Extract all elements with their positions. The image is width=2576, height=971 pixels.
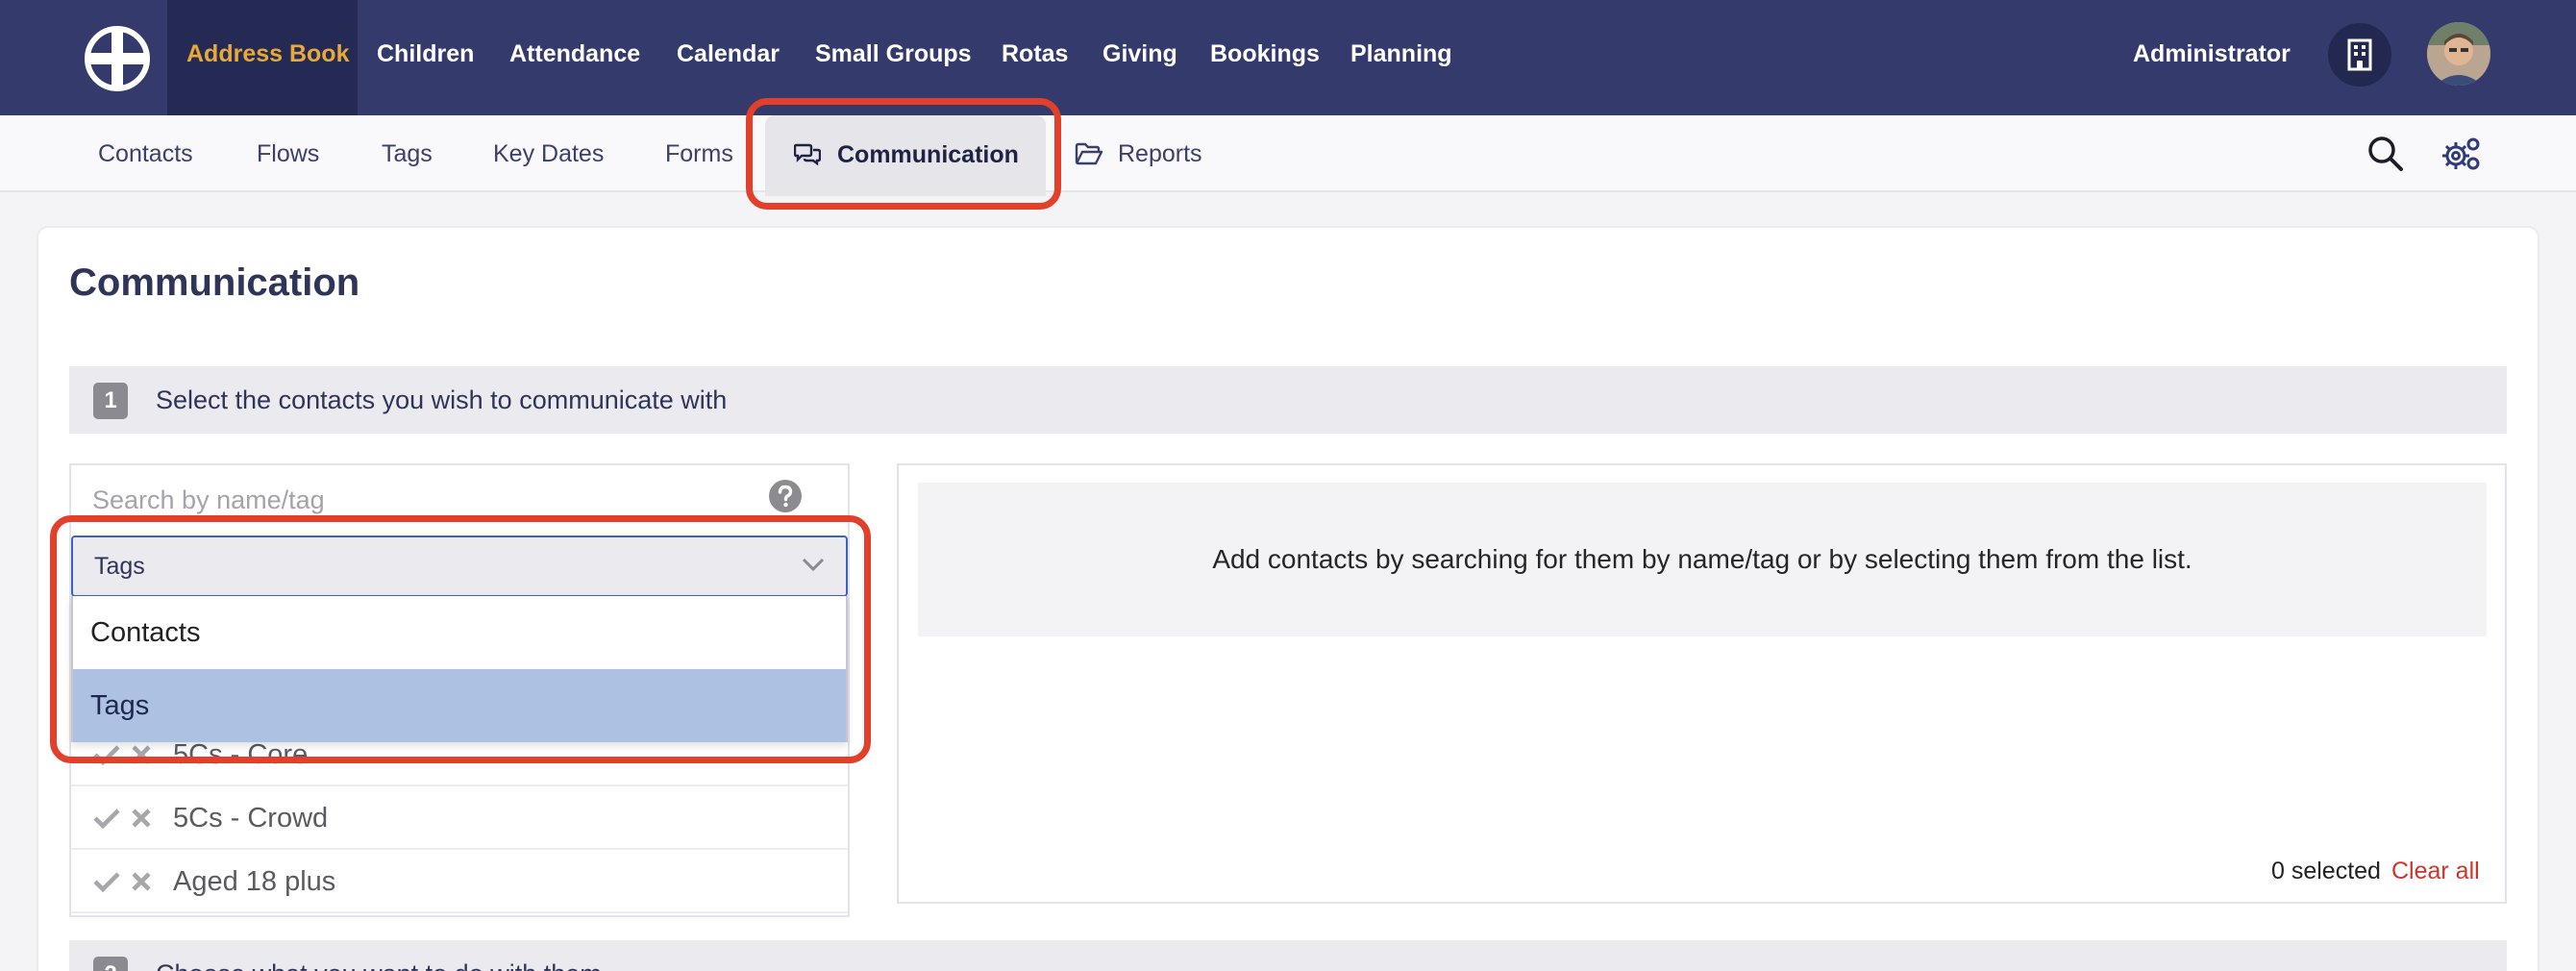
step-1-number: 1 bbox=[93, 383, 128, 419]
highlight-communication-tab bbox=[746, 98, 1061, 210]
search-icon[interactable] bbox=[2366, 135, 2405, 173]
close-icon[interactable] bbox=[131, 808, 152, 829]
folder-open-icon bbox=[1075, 142, 1103, 165]
sub-nav: Contacts Flows Tags Key Dates Forms Repo… bbox=[0, 115, 2576, 192]
step-2-number: 2 bbox=[93, 957, 128, 971]
subnav-flows[interactable]: Flows bbox=[257, 115, 319, 192]
logo-icon[interactable] bbox=[85, 26, 150, 91]
clear-all-link[interactable]: Clear all bbox=[2391, 858, 2480, 885]
empty-state-text: Add contacts by searching for them by na… bbox=[1212, 544, 2192, 574]
tag-label: 5Cs - Crowd bbox=[173, 803, 329, 834]
avatar[interactable] bbox=[2427, 22, 2490, 86]
subnav-tags[interactable]: Tags bbox=[382, 115, 433, 192]
help-icon[interactable] bbox=[768, 479, 803, 513]
subnav-forms[interactable]: Forms bbox=[665, 115, 733, 192]
page-title: Communication bbox=[69, 261, 360, 304]
nav-address-book[interactable]: Address Book bbox=[186, 0, 349, 115]
nav-bookings[interactable]: Bookings bbox=[1210, 0, 1320, 115]
subnav-key-dates[interactable]: Key Dates bbox=[493, 115, 604, 192]
step-2-text: Choose what you want to do with them bbox=[156, 940, 602, 971]
dropdown-option-tags[interactable]: Tags bbox=[73, 669, 846, 742]
empty-state-box: Add contacts by searching for them by na… bbox=[918, 483, 2487, 636]
dropdown-option-contacts[interactable]: Contacts bbox=[73, 596, 846, 669]
close-icon[interactable] bbox=[131, 871, 152, 892]
tag-row[interactable]: 5Cs - Crowd bbox=[71, 786, 848, 850]
building-icon[interactable] bbox=[2328, 23, 2391, 87]
check-icon[interactable] bbox=[92, 808, 121, 829]
search-mode-dropdown: Contacts Tags bbox=[71, 596, 848, 742]
step-1-bar: 1 Select the contacts you wish to commun… bbox=[69, 366, 2507, 434]
nav-children[interactable]: Children bbox=[377, 0, 474, 115]
nav-planning[interactable]: Planning bbox=[1350, 0, 1452, 115]
step-2-bar: 2 Choose what you want to do with them bbox=[69, 940, 2507, 971]
search-input[interactable] bbox=[92, 481, 707, 519]
subnav-contacts[interactable]: Contacts bbox=[98, 115, 193, 192]
selected-count: 0 selected bbox=[2271, 858, 2381, 884]
top-nav: Address Book Children Attendance Calenda… bbox=[0, 0, 2576, 115]
gear-icon[interactable] bbox=[2440, 135, 2483, 173]
step-1-text: Select the contacts you wish to communic… bbox=[156, 386, 728, 414]
check-icon[interactable] bbox=[92, 871, 121, 892]
nav-giving[interactable]: Giving bbox=[1102, 0, 1177, 115]
user-role-label[interactable]: Administrator bbox=[2133, 0, 2291, 115]
tag-label: Aged 18 plus bbox=[173, 866, 336, 897]
nav-attendance[interactable]: Attendance bbox=[509, 0, 640, 115]
tag-row[interactable]: Aged 18 plus bbox=[71, 850, 848, 913]
subnav-reports[interactable]: Reports bbox=[1118, 115, 1202, 192]
